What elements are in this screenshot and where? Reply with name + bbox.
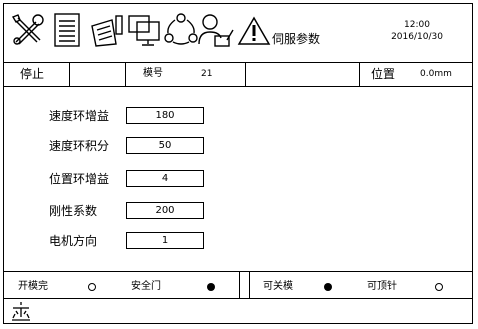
- position-loop-gain-input[interactable]: 4: [126, 170, 204, 187]
- mold-open-done-indicator: [88, 283, 96, 291]
- speed-loop-integral-input[interactable]: 50: [126, 137, 204, 154]
- mold-number: 21: [201, 69, 213, 79]
- param-label: 速度环积分: [49, 139, 110, 153]
- divider: [249, 271, 250, 298]
- screen-frame: [3, 3, 473, 324]
- param-label: 电机方向: [49, 234, 98, 248]
- tools-icon[interactable]: [10, 12, 46, 48]
- clock-time: 12:00: [404, 20, 430, 30]
- divider: [4, 86, 473, 87]
- warning-icon[interactable]: [237, 16, 271, 46]
- edit-document-icon[interactable]: [90, 14, 126, 48]
- status-label: 安全门: [131, 281, 161, 292]
- ejector-ready-indicator: [435, 283, 443, 291]
- divider: [245, 62, 246, 86]
- speed-loop-gain-input[interactable]: 180: [126, 107, 204, 124]
- clock: 12:00 2016/10/30: [372, 19, 462, 43]
- status-label: 可关模: [263, 281, 293, 292]
- param-label: 位置环增益: [49, 172, 110, 186]
- cycle-icon[interactable]: [163, 12, 199, 48]
- mold-close-ready-indicator: [324, 283, 332, 291]
- clock-date: 2016/10/30: [391, 32, 443, 42]
- mold-label: 模号: [143, 68, 163, 79]
- param-label: 刚性系数: [49, 204, 98, 218]
- page-title: 伺服参数: [272, 32, 321, 46]
- position-value: 0.0mm: [420, 69, 452, 79]
- document-icon[interactable]: [53, 12, 81, 48]
- divider: [359, 62, 360, 86]
- user-edit-icon[interactable]: [197, 12, 235, 48]
- divider: [69, 62, 70, 86]
- position-label: 位置: [371, 67, 396, 81]
- rigidity-coefficient-input[interactable]: 200: [126, 202, 204, 219]
- param-label: 速度环增益: [49, 109, 110, 123]
- status-label: 可顶针: [367, 281, 397, 292]
- divider: [125, 62, 126, 86]
- divider: [4, 298, 473, 299]
- divider: [4, 62, 473, 63]
- status-label: 开模完: [18, 281, 48, 292]
- monitor-icon[interactable]: [127, 14, 163, 48]
- divider: [239, 271, 240, 298]
- machine-status: 停止: [20, 67, 45, 81]
- home-icon[interactable]: [10, 301, 32, 321]
- motor-direction-input[interactable]: 1: [126, 232, 204, 249]
- safety-door-indicator: [207, 283, 215, 291]
